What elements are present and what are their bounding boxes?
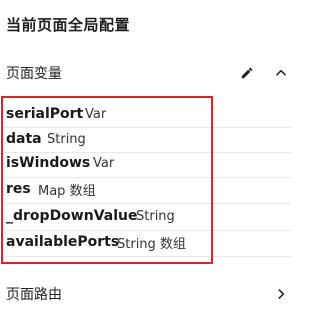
page-variables-label: 页面变量 <box>6 66 62 82</box>
page-route-label: 页面路由 <box>6 287 62 303</box>
global-config-panel: 当前页面全局配置 页面变量 serialPort Var data String… <box>0 0 296 319</box>
chevron-up-icon[interactable] <box>271 63 291 83</box>
page-title: 当前页面全局配置 <box>6 16 131 34</box>
page-variables-header[interactable]: 页面变量 <box>0 53 296 93</box>
pencil-icon[interactable] <box>237 63 257 83</box>
variables-highlight-box <box>1 96 213 264</box>
page-route-header[interactable]: 页面路由 <box>0 274 296 314</box>
chevron-right-icon[interactable] <box>271 284 291 304</box>
